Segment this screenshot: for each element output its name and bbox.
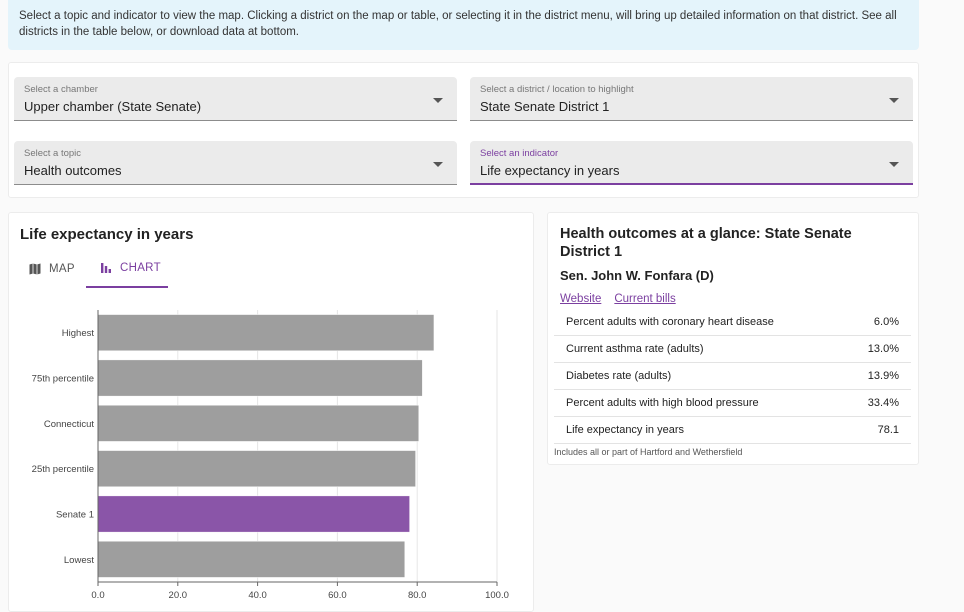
category-label: 25th percentile [32,464,94,475]
row-value: 33.4% [842,389,911,417]
category-label: Senate 1 [56,510,94,521]
website-link[interactable]: Website [560,293,601,305]
chart-bar [97,450,416,488]
x-tick-label: 40.0 [248,590,267,600]
legislator-links: Website Current bills [560,293,676,305]
row-label: Percent adults with coronary heart disea… [554,309,843,336]
x-tick-label: 0.0 [91,590,104,600]
chart-bar [97,540,406,578]
category-label: Connecticut [44,419,95,430]
row-label: Diabetes rate (adults) [554,362,843,390]
glance-table: Percent adults with coronary heart disea… [554,309,911,444]
category-label: Highest [62,328,95,339]
row-value: 13.0% [842,335,911,363]
current-bills-link[interactable]: Current bills [614,293,675,305]
table-row: Current asthma rate (adults) 13.0% [554,335,911,363]
legislator-name: Sen. John W. Fonfara (D) [560,268,714,283]
district-footnote: Includes all or part of Hartford and Wet… [554,447,743,457]
category-label: 75th percentile [32,374,94,385]
row-label: Life expectancy in years [554,416,843,444]
table-row: Percent adults with coronary heart disea… [554,309,911,336]
chart-bar [97,359,423,397]
row-value: 6.0% [842,309,911,336]
table-row: Percent adults with high blood pressure … [554,389,911,417]
chart-bar [97,404,420,442]
row-value: 78.1 [842,416,911,444]
row-value: 13.9% [842,362,911,390]
glance-title: Health outcomes at a glance: State Senat… [560,226,852,260]
x-tick-label: 80.0 [408,590,427,600]
row-label: Current asthma rate (adults) [554,335,843,363]
chart-bar [97,314,435,352]
x-tick-label: 100.0 [485,590,509,600]
table-row: Life expectancy in years 78.1 [554,416,911,444]
x-tick-label: 60.0 [328,590,347,600]
chart-bar [97,495,410,533]
table-row: Diabetes rate (adults) 13.9% [554,362,911,390]
row-label: Percent adults with high blood pressure [554,389,843,417]
category-label: Lowest [64,555,94,566]
x-tick-label: 20.0 [169,590,188,600]
